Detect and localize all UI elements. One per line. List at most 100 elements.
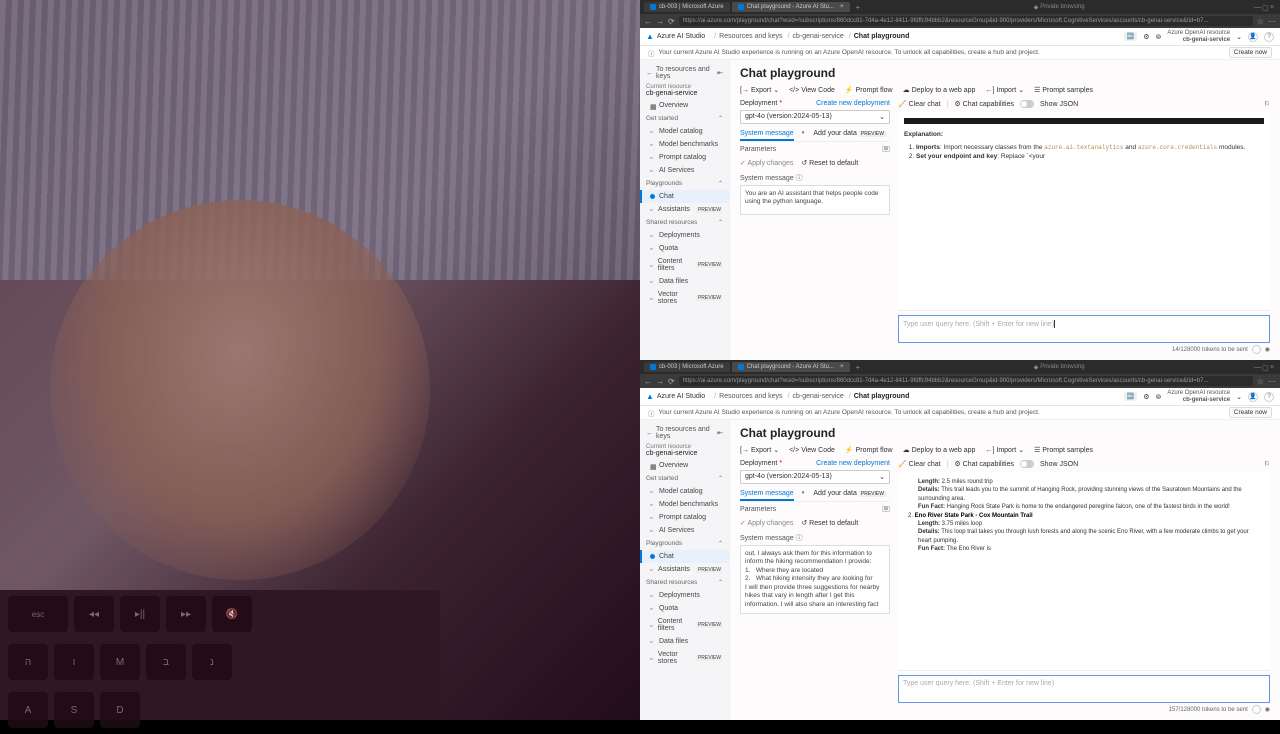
samples-button[interactable]: ☰Prompt samples <box>1034 446 1093 454</box>
sidebar-chat[interactable]: Chat <box>640 190 729 203</box>
url-field[interactable]: https://ai.azure.com/playground/chat?wsi… <box>679 16 1253 26</box>
view-code-button[interactable]: </>View Code <box>789 446 835 454</box>
chat-capabilities-button[interactable]: ⚙ Chat capabilities <box>954 100 1014 108</box>
view-code-button[interactable]: </>View Code <box>789 86 835 94</box>
clear-chat-button[interactable]: 🧹 Clear chat <box>898 100 941 108</box>
sidebar-assistants[interactable]: ▫AssistantsPREVIEW <box>640 563 729 576</box>
close-icon[interactable]: × <box>840 364 844 370</box>
sidebar-back[interactable]: ←To resources and keys⇤ <box>640 424 729 442</box>
tab-system-message[interactable]: System message <box>740 130 794 141</box>
deploy-button[interactable]: ☁Deploy to a web app <box>903 86 976 94</box>
tab-add-data[interactable]: Add your dataPREVIEW <box>813 130 886 141</box>
help-icon[interactable]: ? <box>1264 32 1274 42</box>
create-now-button[interactable]: Create now <box>1229 407 1272 418</box>
close-icon[interactable]: × <box>840 4 844 10</box>
sidebar-model-catalog[interactable]: ▫Model catalog <box>640 485 729 498</box>
collapse-icon[interactable]: ⇤ <box>717 69 723 77</box>
reload-icon[interactable]: ⟳ <box>668 377 675 386</box>
tab-add-data[interactable]: Add your dataPREVIEW <box>813 490 886 501</box>
import-button[interactable]: ←]Import ⌄ <box>985 446 1024 454</box>
collapse-icon[interactable]: ⇤ <box>717 429 723 437</box>
star-icon[interactable]: ☆ <box>1257 17 1264 26</box>
sidebar-chat[interactable]: Chat <box>640 550 729 563</box>
studio-name[interactable]: Azure AI Studio <box>657 393 705 400</box>
info-icon[interactable]: ⓘ <box>796 175 803 182</box>
chevron-down-icon[interactable]: ⌄ <box>1236 33 1242 41</box>
sidebar-group-getstarted[interactable]: Get started⌃ <box>640 112 729 125</box>
export-button[interactable]: [→Export ⌄ <box>740 86 779 94</box>
flag-icon[interactable]: ⚐ <box>1264 460 1270 468</box>
create-deployment-link[interactable]: Create new deployment <box>816 460 890 467</box>
sidebar-deployments[interactable]: ▫Deployments <box>640 229 729 242</box>
sidebar-assistants[interactable]: ▫AssistantsPREVIEW <box>640 203 729 216</box>
sidebar-group-shared[interactable]: Shared resources⌃ <box>640 576 729 589</box>
samples-button[interactable]: ☰Prompt samples <box>1034 86 1093 94</box>
sidebar-quota[interactable]: ▫Quota <box>640 242 729 255</box>
deploy-button[interactable]: ☁Deploy to a web app <box>903 446 976 454</box>
browser-tab[interactable]: cb-003 | Microsoft Azure <box>644 362 730 372</box>
mic-icon[interactable] <box>1252 705 1261 714</box>
prompt-flow-button[interactable]: ⚡Prompt flow <box>845 86 893 94</box>
sidebar-model-catalog[interactable]: ▫Model catalog <box>640 125 729 138</box>
star-icon[interactable]: ☆ <box>1257 377 1264 386</box>
sidebar-prompt-catalog[interactable]: ▫Prompt catalog <box>640 151 729 164</box>
mic-icon[interactable] <box>1252 345 1261 354</box>
deployment-select[interactable]: gpt-4o (version:2024-05-13)⌄ <box>740 110 890 124</box>
resource-info[interactable]: Azure OpenAI resourcecb-genai-service <box>1167 390 1230 403</box>
chat-capabilities-button[interactable]: ⚙ Chat capabilities <box>954 460 1014 468</box>
browser-tab[interactable]: cb-003 | Microsoft Azure <box>644 2 730 12</box>
window-controls[interactable]: —▢× <box>1254 364 1276 370</box>
crumb[interactable]: cb-genai-service <box>792 33 843 40</box>
sidebar-content-filters[interactable]: ▫Content filtersPREVIEW <box>640 615 729 635</box>
create-now-button[interactable]: Create now <box>1229 47 1272 58</box>
gear-icon[interactable]: ⚙ <box>1143 33 1149 41</box>
help-icon[interactable]: ? <box>1264 392 1274 402</box>
url-field[interactable]: https://ai.azure.com/playground/chat?wsi… <box>679 376 1253 386</box>
sidebar-group-shared[interactable]: Shared resources⌃ <box>640 216 729 229</box>
system-message-textarea[interactable]: out, I always ask them for this informat… <box>740 545 890 614</box>
lang-badge[interactable]: 🔤 <box>1124 32 1137 41</box>
crumb[interactable]: Resources and keys <box>719 33 782 40</box>
sidebar-data-files[interactable]: ▫Data files <box>640 275 729 288</box>
forward-icon[interactable]: → <box>656 377 664 386</box>
send-icon[interactable]: ◉ <box>1265 706 1270 713</box>
new-tab-button[interactable]: + <box>852 363 865 372</box>
sidebar-model-benchmarks[interactable]: ▫Model benchmarks <box>640 138 729 151</box>
forward-icon[interactable]: → <box>656 17 664 26</box>
json-toggle[interactable] <box>1020 460 1034 468</box>
bell-icon[interactable]: ⊚ <box>1156 33 1162 41</box>
studio-name[interactable]: Azure AI Studio <box>657 33 705 40</box>
sidebar-ai-services[interactable]: ▫AI Services <box>640 524 729 537</box>
sidebar-vector-stores[interactable]: ▫Vector storesPREVIEW <box>640 288 729 308</box>
import-button[interactable]: ←]Import ⌄ <box>985 86 1024 94</box>
tab-system-message[interactable]: System message <box>740 490 794 501</box>
back-icon[interactable]: ← <box>644 377 652 386</box>
sidebar-model-benchmarks[interactable]: ▫Model benchmarks <box>640 498 729 511</box>
new-tab-button[interactable]: + <box>852 3 865 12</box>
sidebar-deployments[interactable]: ▫Deployments <box>640 589 729 602</box>
clear-chat-button[interactable]: 🧹 Clear chat <box>898 460 941 468</box>
bell-icon[interactable]: ⊚ <box>1156 393 1162 401</box>
sidebar-prompt-catalog[interactable]: ▫Prompt catalog <box>640 511 729 524</box>
sidebar-quota[interactable]: ▫Quota <box>640 602 729 615</box>
sidebar-overview[interactable]: ▦Overview <box>640 99 729 112</box>
deployment-select[interactable]: gpt-4o (version:2024-05-13)⌄ <box>740 470 890 484</box>
menu-icon[interactable]: ⋯ <box>1268 17 1276 26</box>
sidebar-vector-stores[interactable]: ▫Vector storesPREVIEW <box>640 648 729 668</box>
back-icon[interactable]: ← <box>644 17 652 26</box>
browser-tab-active[interactable]: Chat playground - Azure AI Stu...× <box>732 2 850 12</box>
expand-icon[interactable]: ⊞ <box>882 146 890 152</box>
sidebar-group-playgrounds[interactable]: Playgrounds⌃ <box>640 537 729 550</box>
parameters-row[interactable]: Parameters⊞ <box>740 506 890 513</box>
sidebar-ai-services[interactable]: ▫AI Services <box>640 164 729 177</box>
flag-icon[interactable]: ⚐ <box>1264 100 1270 108</box>
window-controls[interactable]: —▢× <box>1254 4 1276 10</box>
sidebar-group-getstarted[interactable]: Get started⌃ <box>640 472 729 485</box>
sidebar-group-playgrounds[interactable]: Playgrounds⌃ <box>640 177 729 190</box>
create-deployment-link[interactable]: Create new deployment <box>816 100 890 107</box>
chat-input[interactable]: Type user query here. (Shift + Enter for… <box>898 315 1270 343</box>
chat-input[interactable]: Type user query here. (Shift + Enter for… <box>898 675 1270 703</box>
gear-icon[interactable]: ⚙ <box>1143 393 1149 401</box>
parameters-row[interactable]: Parameters⊞ <box>740 146 890 153</box>
resource-info[interactable]: Azure OpenAI resource cb-genai-service <box>1167 30 1230 43</box>
